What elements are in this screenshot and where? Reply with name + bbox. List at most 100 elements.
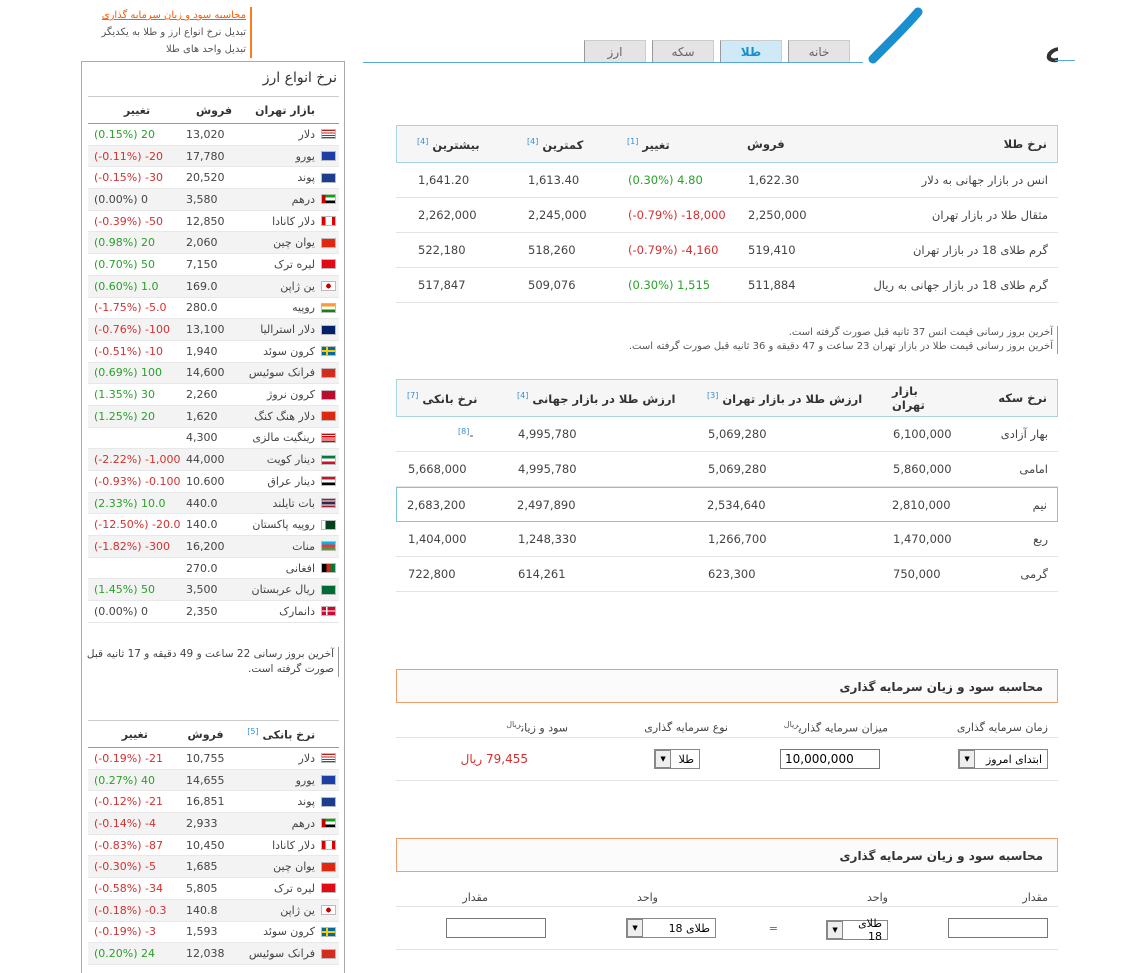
gold-ref-change[interactable]: [1] [627,137,638,146]
header-change: تغییر [123,103,151,117]
currency-name: یورو [295,149,315,163]
currency-row[interactable]: ین ژاپن 169.0 (0.60%) 1.0 [88,275,339,298]
calc1-amount-input[interactable]: 10,000,000 [780,749,880,769]
link-gold-unit-converter[interactable]: تبدیل واحد های طلا [82,41,252,58]
currency-row[interactable]: پوند 20,520 (-0.15%) -30 [88,167,339,190]
gold-min: 509,076 [528,278,576,292]
currency-sell: 7,150 [186,257,218,271]
currency-row[interactable]: یورو 17,780 (-0.11%) -20 [88,145,339,168]
currency-name: پوند [297,171,315,185]
bank-row[interactable]: لیره ترک 5,805 (-0.58%) -34 [88,878,339,900]
bank-row[interactable]: یورو 14,655 (0.27%) 40 [88,769,339,792]
coin-header-bank: نرخ بانکی [422,391,478,406]
gold-row[interactable]: گرم طلای 18 در بازار جهانی به ریال 511,88… [396,268,1058,303]
bank-ref[interactable]: [5] [247,727,258,736]
calc2-amount1-input[interactable] [948,918,1048,938]
gold-note-tehran: آخرین بروز رسانی قیمت طلا در بازار تهران… [628,341,1053,352]
currency-row[interactable]: دلار استرالیا 13,100 (-0.76%) -100 [88,319,339,341]
gold-min: 518,260 [528,243,576,257]
currency-row[interactable]: دانمارک 2,350 (0.00%) 0 [88,601,339,623]
currency-row[interactable]: دلار 13,020 (0.15%) 20 [88,124,339,146]
currency-row[interactable]: فرانک سوئیس 14,600 (0.69%) 100 [88,362,339,385]
gold-row[interactable]: انس در بازار جهانی به دلار 1,622.30 (0.30%… [396,163,1058,198]
calc1-result: 79,455 ریال [460,752,528,766]
us-flag-icon [320,753,336,764]
currency-row[interactable]: روپیه پاکستان 140.0 (-12.50%) -20.0 [88,514,339,537]
calc2-unit1-select[interactable]: طلای 18 ▼ [826,917,888,943]
currency-name: دینار عراق [267,474,315,488]
currency-row[interactable]: رینگیت مالزی 4,300 [88,428,339,450]
calc1-type-value: طلا [678,752,694,766]
coin-row[interactable]: بهار آزادی 6,100,000 5,069,280 4,995,780 [8]… [396,417,1058,452]
coin-tehran: 5,069,280 [708,462,767,476]
calc2-amount2-input[interactable] [446,918,546,938]
bank-row[interactable]: یوان چین 1,685 (-0.30%) -5 [88,856,339,879]
af-flag-icon [320,563,336,574]
coin-row[interactable]: نیم 2,810,000 2,534,640 2,497,890 2,683,200 [396,487,1058,522]
calc2-unit2-select[interactable]: طلای 18 ▼ [626,918,716,938]
bank-row[interactable]: کرون سوئد 1,593 (-0.19%) -3 [88,922,339,944]
currency-row[interactable]: درهم 3,580 (0.00%) 0 [88,189,339,211]
coin-row[interactable]: امامی 5,860,000 5,069,280 4,995,780 5,668,00… [396,452,1058,487]
bank-row[interactable]: دلار کانادا 10,450 (-0.83%) -87 [88,835,339,857]
calc1-inputs: ابتدای امروز ▼ 10,000,000 طلا ▼ 79,455 ر… [396,737,1058,781]
currency-row[interactable]: لیره ترک 7,150 (0.70%) 50 [88,254,339,276]
gold-sell: 2,250,000 [748,208,807,222]
header-divider [363,62,863,63]
currency-row[interactable]: یوان چین 2,060 (0.98%) 20 [88,232,339,255]
tab-coin[interactable]: سکه [652,40,714,62]
bank-row[interactable]: دلار 10,755 (-0.19%) -21 [88,748,339,770]
gold-row[interactable]: گرم طلای 18 در بازار تهران 519,410 (-0.79%… [396,233,1058,268]
tab-currency[interactable]: ارز [584,40,646,62]
calc1-label-time: زمان سرمایه گذاری [956,720,1048,734]
ae-flag-icon [320,194,336,205]
currency-row[interactable]: دینار عراق 10.600 (-0.93%) -0.100 [88,471,339,493]
currency-row[interactable]: ریال عربستان 3,500 (1.45%) 50 [88,579,339,602]
gold-max: 1,641.20 [418,173,470,187]
gold-name: گرم طلای 18 در بازار جهانی به ریال [873,278,1048,292]
header-market: بازار تهران [255,103,315,117]
currency-row[interactable]: دینار کویت 44,000 (-2.22%) -1,000 [88,449,339,471]
currency-name: دلار هنگ کنگ [254,409,315,423]
currency-row[interactable]: افغانی 270.0 [88,558,339,580]
bank-row[interactable]: درهم 2,933 (-0.14%) -4 [88,813,339,835]
currency-change: (-0.11%) -20 [94,149,163,163]
calc1-time-select[interactable]: ابتدای امروز ▼ [958,749,1048,769]
gold-ref-min[interactable]: [4] [527,137,538,146]
currency-row[interactable]: روپیه 280.0 (-1.75%) -5.0 [88,298,339,320]
link-profit-calculator[interactable]: محاسبه سود و زیان سرمایه گذاری [82,7,252,24]
bank-name: دلار کانادا [272,838,315,852]
currency-sell: 17,780 [186,149,225,163]
tab-home[interactable]: خانه [788,40,850,62]
coin-ref-world[interactable]: [4] [517,391,528,400]
gold-min: 1,613.40 [528,173,580,187]
currency-name: بات تایلند [272,496,315,510]
calc1-type-select[interactable]: طلا ▼ [654,749,700,769]
coin-row[interactable]: گرمی 750,000 623,300 614,261 722,800 [396,557,1058,592]
currency-row[interactable]: دلار هنگ کنگ 1,620 (1.25%) 20 [88,405,339,428]
gold-ref-max[interactable]: [4] [417,137,428,146]
gold-row[interactable]: مثقال طلا در بازار تهران 2,250,000 (-0.79%… [396,198,1058,233]
link-currency-converter[interactable]: تبدیل نرخ انواع ارز و طلا به یکدیگر [82,24,252,41]
currency-row[interactable]: کرون سوئد 1,940 (-0.51%) -10 [88,341,339,363]
currency-sell: 13,020 [186,127,225,141]
bank-row[interactable]: پوند 16,851 (-0.12%) -21 [88,791,339,814]
coin-ref-bank[interactable]: [7] [407,391,418,400]
currency-row[interactable]: منات 16,200 (-1.82%) -300 [88,536,339,558]
chevron-down-icon: ▼ [959,750,975,768]
currency-row[interactable]: کرون نروژ 2,260 (1.35%) 30 [88,384,339,406]
currency-row[interactable]: بات تایلند 440.0 (2.33%) 10.0 [88,492,339,515]
hk-flag-icon [320,411,336,422]
coin-row[interactable]: ربع 1,470,000 1,266,700 1,248,330 1,404,000 [396,522,1058,557]
site-logo[interactable]: مزنه [868,4,1132,94]
currency-sell: 2,060 [186,236,218,250]
currency-row[interactable]: دلار کانادا 12,850 (-0.39%) -50 [88,211,339,233]
coin-ref-tehran[interactable]: [3] [707,391,718,400]
bank-row[interactable]: فرانک سوئیس 12,038 (0.20%) 24 [88,943,339,965]
sa-flag-icon [320,584,336,595]
tab-gold[interactable]: طلا [720,40,782,62]
bank-row[interactable]: ین ژاپن 140.8 (-0.18%) -0.3 [88,899,339,922]
coin-bank-ref[interactable]: [8] [458,427,469,436]
coin-market: 750,000 [893,567,941,581]
bank-sell: 10,755 [186,751,225,765]
